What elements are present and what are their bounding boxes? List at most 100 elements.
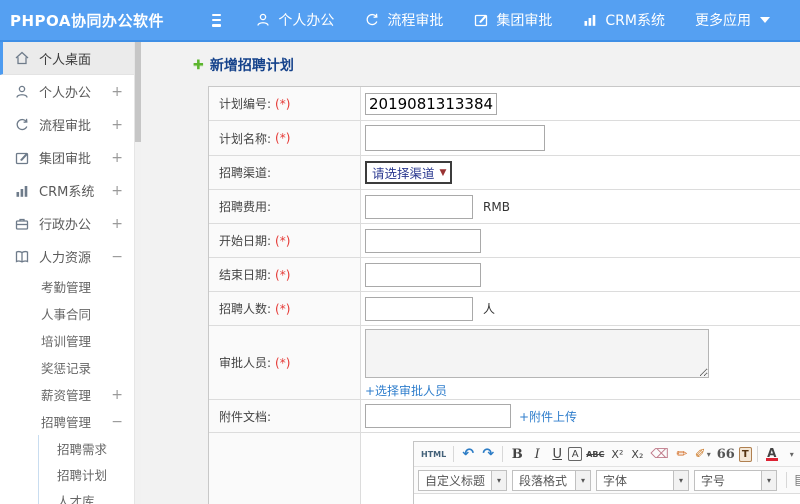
end-date-input[interactable]	[365, 262, 481, 287]
nav-personal-office[interactable]: 个人办公	[255, 10, 334, 30]
subscript-button[interactable]: X₂	[628, 445, 646, 464]
field-label: 开始日期:	[219, 234, 272, 248]
expand-icon[interactable]: +	[111, 150, 123, 166]
required-marker: (*)	[275, 96, 291, 111]
editor-toolbar-row2: 自定义标题▾ 段落格式▾ 字体▾ 字号▾ ▤ ▤ ▤ ▤ ⚭ ⚮	[414, 467, 800, 494]
format-painter-icon[interactable]: ✐ ▾	[693, 445, 713, 464]
expand-icon[interactable]: +	[111, 387, 123, 403]
choose-approvers-link[interactable]: +选择审批人员	[365, 382, 447, 399]
approvers-textarea[interactable]	[365, 329, 709, 378]
undo-icon[interactable]: ↶	[459, 445, 477, 464]
caret-down-icon: ▾	[706, 449, 711, 459]
sidebar-item-process-approval[interactable]: 流程审批 +	[0, 108, 134, 141]
sidebar-item-desktop[interactable]: 个人桌面	[0, 42, 134, 75]
caret-down-icon: ▾	[673, 470, 689, 490]
bold-button[interactable]: B	[508, 445, 526, 464]
form-row-plan-no: 计划编号: (*)	[209, 87, 800, 121]
font-color-button[interactable]: A	[763, 445, 781, 464]
sidebar-item-crm[interactable]: CRM系统 +	[0, 174, 134, 207]
caret-down-icon: ▾	[761, 470, 777, 490]
caret-down-icon: ▾	[575, 470, 591, 490]
sidebar-item-salary[interactable]: 薪资管理 +	[0, 381, 134, 408]
add-icon: ✚	[193, 57, 204, 73]
nav-group-approval[interactable]: 集团审批	[473, 10, 552, 30]
start-date-input[interactable]	[365, 228, 481, 253]
field-label: 招聘费用:	[219, 200, 272, 214]
html-source-button[interactable]: HTML	[419, 445, 448, 464]
rich-text-editor: HTML ↶ ↷ B I U A ABC X² X₂ ⌫ ✏ ✐ ▾ 66 T …	[413, 441, 800, 504]
fee-input[interactable]	[365, 194, 473, 219]
headcount-unit: 人	[483, 302, 496, 316]
superscript-button[interactable]: X²	[608, 445, 626, 464]
attachment-input[interactable]	[365, 404, 511, 428]
field-label: 附件文档:	[219, 409, 272, 424]
form-row-fee: 招聘费用: RMB	[209, 190, 800, 224]
sidebar-item-hr-contract[interactable]: 人事合同	[0, 300, 134, 327]
main-content: ✚ 新增招聘计划 计划编号:(*) 计划名称:(*) 招聘渠道: 请选择渠道 ▼	[141, 42, 800, 504]
strikethrough-button[interactable]: ABC	[584, 445, 606, 464]
expand-icon[interactable]: +	[111, 183, 123, 199]
form-row-plan-name: 计划名称: (*)	[209, 121, 800, 156]
editor-content-area[interactable]	[414, 494, 800, 504]
recruit-submenu: 招聘需求 招聘计划 人才库	[38, 435, 134, 504]
blockquote-button[interactable]: 66	[715, 445, 737, 464]
expand-icon[interactable]: +	[111, 216, 123, 232]
paste-icon[interactable]: T	[738, 446, 752, 462]
eraser-icon[interactable]: ⌫	[648, 445, 670, 464]
hamburger-menu-icon[interactable]	[212, 13, 222, 27]
sidebar-item-recruit-need[interactable]: 招聘需求	[39, 435, 134, 461]
sidebar-item-admin-office[interactable]: 行政办公 +	[0, 207, 134, 240]
sidebar-item-talent-pool[interactable]: 人才库	[39, 487, 134, 504]
plan-no-input[interactable]	[365, 92, 497, 115]
process-icon	[366, 13, 378, 26]
collapse-icon[interactable]: −	[111, 414, 123, 430]
sidebar-item-hr[interactable]: 人力资源 −	[0, 240, 134, 273]
select-caret-icon: ▼	[439, 167, 447, 178]
font-style-button[interactable]: A	[568, 447, 583, 461]
sidebar-item-recruit-mgmt[interactable]: 招聘管理 −	[0, 408, 134, 435]
channel-select[interactable]: 请选择渠道 ▼	[365, 161, 453, 184]
field-label: 招聘人数:	[219, 302, 272, 316]
expand-icon[interactable]: +	[111, 84, 123, 100]
app-logo: PHPOA协同办公软件	[10, 11, 164, 30]
sidebar-item-recruit-plan[interactable]: 招聘计划	[39, 461, 134, 487]
font-size-select[interactable]: 字号 ▾	[694, 469, 778, 491]
brush-icon[interactable]: ✏	[673, 445, 691, 464]
sidebar-scrollbar[interactable]	[134, 42, 142, 504]
paragraph-format-select[interactable]: 段落格式 ▾	[512, 469, 592, 491]
sidebar-item-group-approval[interactable]: 集团审批 +	[0, 141, 134, 174]
briefcase-icon	[15, 218, 29, 230]
sidebar-item-reward-punish[interactable]: 奖惩记录	[0, 354, 134, 381]
sidebar-item-training[interactable]: 培训管理	[0, 327, 134, 354]
plan-name-input[interactable]	[365, 125, 545, 151]
nav-crm-system[interactable]: CRM系统	[582, 10, 665, 30]
headcount-input[interactable]	[365, 296, 473, 321]
form-row-headcount: 招聘人数: (*) 人	[209, 292, 800, 326]
underline-button[interactable]: U	[548, 445, 566, 464]
person-icon	[257, 13, 270, 26]
attachment-upload-link[interactable]: +附件上传	[519, 408, 577, 425]
required-marker: (*)	[275, 267, 291, 282]
field-label: 结束日期:	[219, 268, 272, 282]
caret-down-icon[interactable]: ▾	[783, 445, 800, 464]
editor-toolbar-row1: HTML ↶ ↷ B I U A ABC X² X₂ ⌫ ✏ ✐ ▾ 66 T …	[414, 442, 800, 467]
redo-icon[interactable]: ↷	[479, 445, 497, 464]
recruit-plan-form: 计划编号:(*) 计划名称:(*) 招聘渠道: 请选择渠道 ▼ 招聘费用: RM…	[208, 86, 800, 504]
field-label: 计划编号:	[219, 97, 272, 111]
chart-icon	[584, 15, 596, 26]
custom-title-select[interactable]: 自定义标题 ▾	[418, 469, 508, 491]
nav-process-approval[interactable]: 流程审批	[364, 10, 443, 30]
expand-icon[interactable]: +	[111, 117, 123, 133]
caret-down-icon: ▾	[491, 470, 507, 490]
align-left-icon[interactable]: ▤	[792, 471, 800, 490]
nav-more-apps[interactable]: 更多应用	[695, 10, 770, 30]
sidebar-item-attendance[interactable]: 考勤管理	[0, 273, 134, 300]
field-label: 审批人员:	[219, 356, 272, 370]
sidebar-item-personal-office[interactable]: 个人办公 +	[0, 75, 134, 108]
font-family-select[interactable]: 字体 ▾	[596, 469, 690, 491]
form-row-channel: 招聘渠道: 请选择渠道 ▼	[209, 156, 800, 190]
italic-button[interactable]: I	[528, 445, 546, 464]
top-navigation: 个人办公 流程审批 集团审批 CRM系统 更多应用	[255, 10, 800, 30]
sidebar: 个人桌面 个人办公 + 流程审批 + 集团审批 + CRM系统 + 行政办公 +	[0, 42, 134, 504]
collapse-icon[interactable]: −	[111, 249, 123, 265]
